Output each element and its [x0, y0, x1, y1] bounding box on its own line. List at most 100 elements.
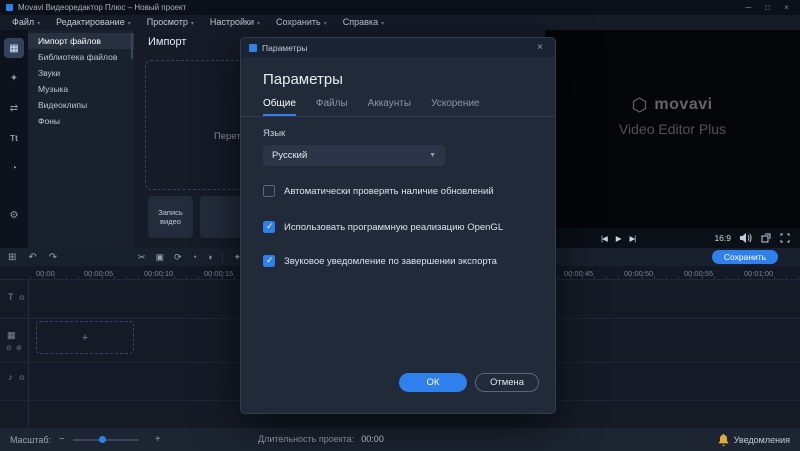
video-track-icon[interactable]: ▦ — [7, 330, 16, 341]
speed-icon[interactable]: ◔ — [192, 252, 197, 262]
aspect-ratio-selector[interactable]: 16:9 — [714, 233, 731, 243]
library-item-videoclips[interactable]: Видеоклипы — [28, 97, 134, 113]
library-item-backgrounds[interactable]: Фоны — [28, 113, 134, 129]
play-button[interactable]: ▶ — [616, 234, 621, 243]
checkbox-label: Звуковое уведомление по завершении экспо… — [284, 255, 497, 268]
checkbox-box — [263, 185, 275, 197]
library-item-music[interactable]: Музыка — [28, 81, 134, 97]
app-window: Movavi Видеоредактор Плюс – Новый проект… — [0, 0, 800, 451]
titlebar: Movavi Видеоредактор Плюс – Новый проект… — [0, 0, 800, 15]
menubar: Файл Редактирование Просмотр Настройки С… — [0, 15, 800, 30]
playback-bar: |◀ ▶ ▶| 16:9 — [545, 228, 800, 248]
checkbox-box — [263, 255, 275, 267]
save-export-button[interactable]: Сохранить — [712, 250, 778, 264]
tab-acceleration[interactable]: Ускорение — [431, 98, 480, 116]
menu-save[interactable]: Сохранить — [268, 15, 335, 30]
add-track-icon[interactable]: ⊞ — [8, 252, 16, 263]
dialog-buttons: ОК Отмена — [399, 373, 539, 392]
menu-edit[interactable]: Редактирование — [48, 15, 139, 30]
menu-help[interactable]: Справка — [335, 15, 392, 30]
toolbar-separator — [222, 252, 223, 262]
statusbar: Масштаб: − + Длительность проекта:00:00 … — [0, 428, 800, 451]
stickers-icon[interactable]: ◔ — [4, 158, 24, 178]
volume-icon[interactable] — [740, 233, 752, 243]
zoom-slider-knob[interactable] — [99, 436, 106, 443]
ruler-time: 00:01:00 — [744, 269, 773, 278]
video-track-eye-icon[interactable]: ⊙ — [6, 344, 12, 352]
audio-track-icon[interactable]: ♪ — [8, 372, 13, 382]
record-video-tile[interactable]: Запись видео — [148, 196, 193, 238]
zoom-out-button[interactable]: − — [59, 434, 65, 445]
preview-player: movavi Video Editor Plus |◀ ▶ ▶| 16:9 — [545, 30, 800, 248]
bell-icon — [718, 434, 729, 446]
zoom-slider[interactable] — [73, 439, 139, 441]
dialog-titlebar: Параметры × — [241, 38, 555, 57]
checkbox-check-updates[interactable]: Автоматически проверять наличие обновлен… — [263, 185, 537, 198]
tools-icon[interactable]: ⚙ — [4, 205, 24, 225]
ruler-time: 00:00:45 — [564, 269, 593, 278]
titles-track-eye-icon[interactable]: ⊙ — [19, 294, 25, 302]
titles-track-icon[interactable]: T — [8, 292, 14, 302]
tab-files[interactable]: Файлы — [316, 98, 348, 116]
duration-value: 00:00 — [361, 434, 384, 444]
language-select[interactable]: Русский ▼ — [263, 145, 445, 166]
zoom-in-button[interactable]: + — [155, 434, 161, 445]
library-item-sounds[interactable]: Звуки — [28, 65, 134, 81]
checkbox-software-opengl[interactable]: Использовать программную реализацию Open… — [263, 221, 537, 234]
chevron-down-icon: ▼ — [429, 152, 436, 159]
library-panel: Импорт файлов Библиотека файлов Звуки Му… — [28, 30, 134, 248]
notifications[interactable]: Уведомления — [718, 434, 790, 446]
import-heading: Импорт — [148, 36, 186, 48]
checkbox-label: Использовать программную реализацию Open… — [284, 221, 503, 234]
rotate-icon[interactable]: ⟳ — [174, 252, 182, 263]
redo-icon[interactable]: ↷ — [49, 252, 57, 263]
video-track-mute-icon[interactable]: ⊘ — [16, 344, 22, 352]
add-clip-placeholder[interactable]: + — [36, 321, 134, 354]
settings-dialog: Параметры × Параметры Общие Файлы Аккаун… — [240, 37, 556, 414]
checkbox-label: Автоматически проверять наличие обновлен… — [284, 185, 494, 198]
color-adjust-icon[interactable]: ◑ — [207, 252, 212, 262]
ruler-time: 00:00:10 — [144, 269, 173, 278]
dialog-heading: Параметры — [263, 71, 555, 88]
ok-button[interactable]: ОК — [399, 373, 467, 392]
menu-settings[interactable]: Настройки — [202, 15, 268, 30]
cancel-button[interactable]: Отмена — [475, 373, 539, 392]
dialog-close-icon[interactable]: × — [533, 42, 547, 53]
library-item-import-files[interactable]: Импорт файлов — [28, 33, 134, 49]
library-item-file-library[interactable]: Библиотека файлов — [28, 49, 134, 65]
panel-scrollbar[interactable] — [131, 33, 133, 59]
tab-accounts[interactable]: Аккаунты — [368, 98, 411, 116]
undo-icon[interactable]: ↶ — [28, 252, 36, 263]
product-name: Video Editor Plus — [619, 121, 726, 137]
dialog-app-icon — [249, 44, 257, 52]
crop-icon[interactable]: ▣ — [156, 252, 165, 263]
undock-player-icon[interactable] — [761, 233, 771, 243]
prev-frame-button[interactable]: |◀ — [601, 234, 607, 243]
import-tile[interactable] — [200, 196, 245, 238]
split-icon[interactable]: ✂ — [138, 252, 146, 263]
zoom-label: Масштаб: — [10, 435, 51, 445]
tab-general[interactable]: Общие — [263, 98, 296, 116]
audio-track-eye-icon[interactable]: ⊙ — [19, 374, 25, 382]
fullscreen-icon[interactable] — [780, 233, 790, 243]
dialog-tabs: Общие Файлы Аккаунты Ускорение — [263, 98, 555, 116]
ruler-time: 00:00:55 — [684, 269, 713, 278]
close-button[interactable]: × — [777, 3, 796, 12]
window-title: Movavi Видеоредактор Плюс – Новый проект — [18, 3, 186, 12]
titles-icon[interactable]: Tt — [4, 128, 24, 148]
notifications-label: Уведомления — [734, 435, 790, 445]
menu-file[interactable]: Файл — [4, 15, 48, 30]
menu-view[interactable]: Просмотр — [139, 15, 202, 30]
next-frame-button[interactable]: ▶| — [630, 234, 636, 243]
app-logo-icon — [6, 4, 13, 11]
checkbox-export-sound[interactable]: Звуковое уведомление по завершении экспо… — [263, 255, 537, 268]
tool-iconstrip: ▦ ✦ ⇄ Tt ◔ ⚙ — [0, 30, 28, 248]
maximize-button[interactable]: □ — [758, 3, 777, 12]
minimize-button[interactable]: ─ — [739, 3, 758, 12]
media-import-icon[interactable]: ▦ — [4, 38, 24, 58]
preview-watermark: movavi Video Editor Plus — [545, 96, 800, 137]
movavi-hexagon-icon — [632, 97, 647, 113]
project-duration: Длительность проекта:00:00 — [258, 428, 384, 451]
filters-icon[interactable]: ✦ — [4, 68, 24, 88]
transitions-icon[interactable]: ⇄ — [4, 98, 24, 118]
